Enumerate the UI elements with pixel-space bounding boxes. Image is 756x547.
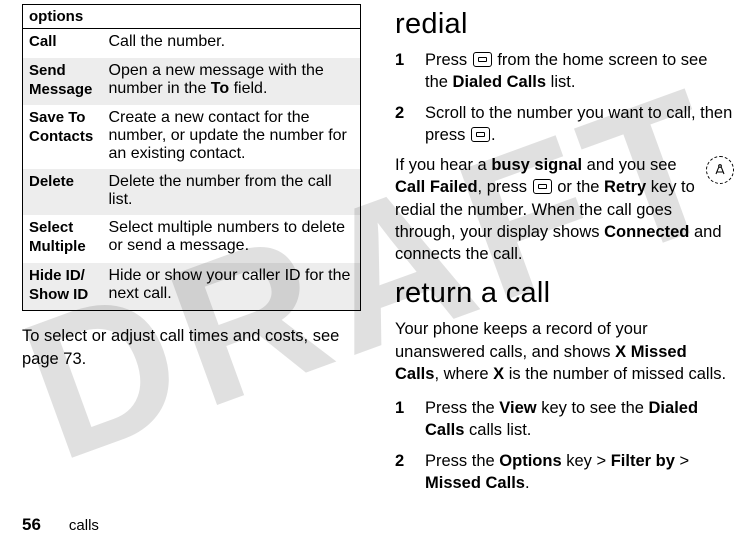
table-row: Select Multiple Select multiple numbers … — [23, 215, 361, 263]
return-call-intro: Your phone keeps a record of your unansw… — [395, 318, 734, 385]
option-desc: Call the number. — [103, 29, 361, 58]
step-number: 1 — [395, 397, 411, 442]
list-item: 1 Press from the home screen to see the … — [395, 49, 734, 94]
option-desc: Hide or show your caller ID for the next… — [103, 263, 361, 311]
step-number: 2 — [395, 102, 411, 147]
busy-signal-paragraph: If you hear a busy signal and you see Ca… — [395, 154, 734, 265]
step-number: 2 — [395, 450, 411, 495]
option-desc: Select multiple numbers to delete or sen… — [103, 215, 361, 263]
redial-heading: redial — [395, 8, 734, 41]
page-footer: 56 calls — [22, 515, 99, 535]
option-name: Select Multiple — [23, 215, 103, 263]
step-text: Press the Options key > Filter by > Miss… — [425, 450, 734, 495]
network-feature-icon — [706, 156, 734, 184]
options-table-header: options — [23, 5, 361, 29]
table-row: Save To Contacts Create a new contact fo… — [23, 105, 361, 169]
table-row: Call Call the number. — [23, 29, 361, 58]
option-desc: Create a new contact for the number, or … — [103, 105, 361, 169]
table-row: Hide ID/ Show ID Hide or show your calle… — [23, 263, 361, 311]
step-text: Scroll to the number you want to call, t… — [425, 102, 734, 147]
option-desc: Delete the number from the call list. — [103, 169, 361, 215]
options-table: options Call Call the number. Send Messa… — [22, 4, 361, 311]
send-key-icon — [471, 127, 490, 142]
option-desc: Open a new message with the number in th… — [103, 58, 361, 106]
return-call-heading: return a call — [395, 277, 734, 310]
step-text: Press the View key to see the Dialed Cal… — [425, 397, 734, 442]
redial-steps: 1 Press from the home screen to see the … — [395, 49, 734, 146]
list-item: 2 Scroll to the number you want to call,… — [395, 102, 734, 147]
option-name: Save To Contacts — [23, 105, 103, 169]
step-number: 1 — [395, 49, 411, 94]
step-text: Press from the home screen to see the Di… — [425, 49, 734, 94]
option-name: Call — [23, 29, 103, 58]
return-call-steps: 1 Press the View key to see the Dialed C… — [395, 397, 734, 494]
footer-section: calls — [69, 517, 99, 534]
page-content: options Call Call the number. Send Messa… — [0, 0, 756, 547]
list-item: 1 Press the View key to see the Dialed C… — [395, 397, 734, 442]
list-item: 2 Press the Options key > Filter by > Mi… — [395, 450, 734, 495]
send-key-icon — [533, 179, 552, 194]
option-name: Hide ID/ Show ID — [23, 263, 103, 311]
option-name: Delete — [23, 169, 103, 215]
table-row: Delete Delete the number from the call l… — [23, 169, 361, 215]
page-number: 56 — [22, 515, 41, 535]
table-row: Send Message Open a new message with the… — [23, 58, 361, 106]
left-column: options Call Call the number. Send Messa… — [22, 4, 361, 547]
option-name: Send Message — [23, 58, 103, 106]
after-table-text: To select or adjust call times and costs… — [22, 325, 361, 370]
send-key-icon — [473, 52, 492, 67]
right-column: redial 1 Press from the home screen to s… — [395, 4, 734, 547]
